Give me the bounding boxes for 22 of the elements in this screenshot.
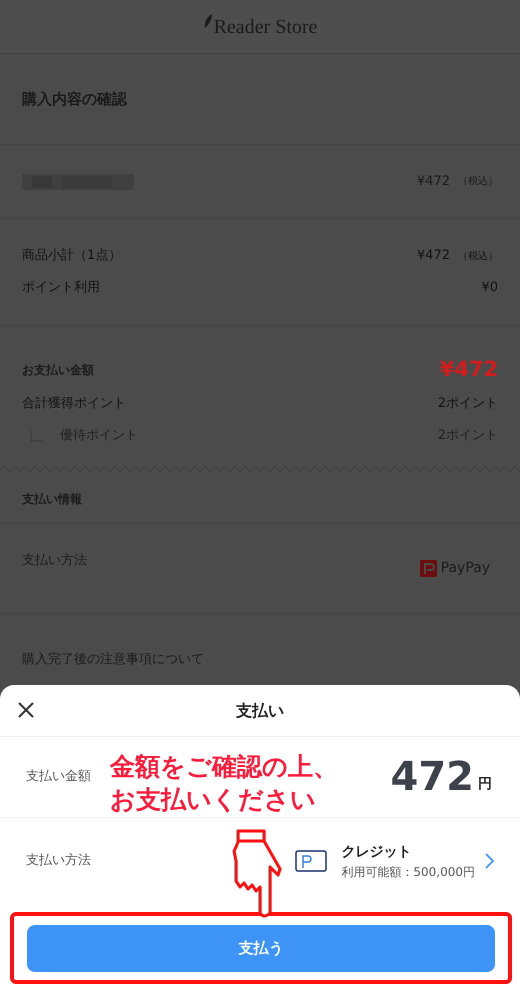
annotation-text: 金額をご確認の上、 お支払いください bbox=[110, 751, 338, 816]
method-label: 支払い方法 bbox=[26, 852, 91, 870]
paypay-logo-icon bbox=[420, 560, 437, 577]
row-label: ポイント利用 bbox=[22, 279, 100, 298]
row-value: ¥472 bbox=[416, 247, 450, 266]
currency-label: 円 bbox=[478, 775, 492, 794]
method-limit: 利用可能額：500,000円 bbox=[341, 864, 475, 880]
chevron-right-icon bbox=[485, 853, 494, 869]
row-label: 商品小計（1点） bbox=[22, 247, 122, 266]
close-icon bbox=[18, 702, 34, 718]
row-value: ¥0 bbox=[481, 279, 498, 298]
tax-note: （税込） bbox=[458, 250, 498, 264]
card-icon bbox=[295, 850, 328, 872]
row-label: 合計獲得ポイント bbox=[22, 395, 126, 414]
pay-button[interactable]: 支払う bbox=[27, 924, 495, 972]
amount-label: 支払い金額 bbox=[26, 768, 91, 786]
row-value: 2ポイント bbox=[438, 395, 498, 414]
sheet-title: 支払い bbox=[236, 700, 284, 722]
method-name: クレジット bbox=[341, 842, 412, 862]
leaf-icon bbox=[202, 14, 213, 28]
amount-value: 472 bbox=[390, 757, 474, 797]
total-amount: ¥472 bbox=[440, 356, 498, 384]
